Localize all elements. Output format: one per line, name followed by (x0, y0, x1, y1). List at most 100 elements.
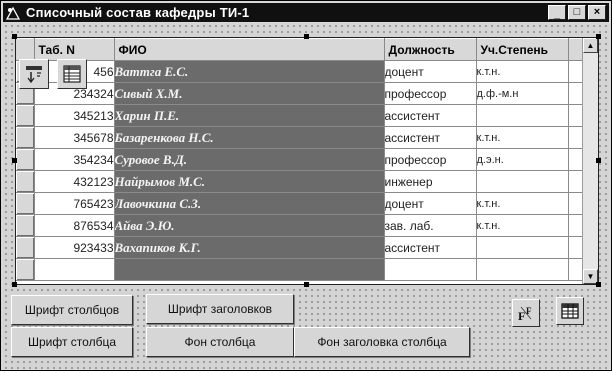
cell-fio[interactable]: Ваттга Е.С. (114, 60, 385, 83)
title-bar[interactable]: Списочный состав кафедры ТИ-1 _ □ × (3, 3, 609, 22)
column-header-bg-button-label: Фон заголовка столбца (317, 335, 447, 349)
row-filler (568, 82, 584, 105)
selection-handle[interactable] (304, 34, 309, 39)
cell-degree[interactable]: к.т.н. (476, 60, 569, 83)
cell-position[interactable]: ассистент (384, 104, 477, 127)
table-row-empty (16, 258, 584, 281)
selection-handle[interactable] (596, 34, 601, 39)
row-filler (568, 148, 584, 171)
cell-fio[interactable]: Сивый Х.М. (114, 82, 385, 105)
selection-handle[interactable] (12, 158, 17, 163)
header-row: Таб. N ФИО Должность Уч.Степень (16, 38, 583, 61)
selection-handle[interactable] (596, 158, 601, 163)
cell-position[interactable]: профессор (384, 148, 477, 171)
cell-tab[interactable]: 765423 (34, 192, 115, 215)
row-indicator (16, 258, 35, 281)
sort-toolbar-icon[interactable] (19, 59, 49, 89)
row-indicator[interactable] (16, 104, 35, 127)
selection-handle[interactable] (12, 34, 17, 39)
selection-handle[interactable] (12, 282, 17, 287)
close-button[interactable]: × (588, 5, 606, 20)
row-filler (568, 170, 584, 193)
row-indicator[interactable] (16, 236, 35, 259)
table-row[interactable]: 456 Ваттга Е.С. доцент к.т.н. (16, 60, 584, 83)
header-font-button[interactable]: Шрифт заголовков (146, 294, 294, 324)
cell-position[interactable]: ассистент (384, 236, 477, 259)
cell-tab[interactable]: 345678 (34, 126, 115, 149)
table-row[interactable]: 354234 Суровое В.Д. профессор д.э.н. (16, 148, 584, 171)
form-icon[interactable] (6, 6, 20, 20)
minimize-button[interactable]: _ (548, 5, 566, 20)
cell-fio[interactable]: Харин П.Е. (114, 104, 385, 127)
cell-degree[interactable] (476, 104, 569, 127)
cell-tab[interactable]: 923433 (34, 236, 115, 259)
scroll-up-arrow-icon[interactable]: ▲ (583, 38, 598, 53)
row-indicator[interactable] (16, 214, 35, 237)
cell-position[interactable]: профессор (384, 82, 477, 105)
grid-table-icon[interactable] (57, 59, 87, 89)
table-icon (561, 303, 579, 319)
column-font-button[interactable]: Шрифт столбцов (11, 295, 133, 325)
cell-tab[interactable]: 354234 (34, 148, 115, 171)
column-header-bg-button[interactable]: Фон заголовка столбца (294, 327, 470, 357)
cell-fio[interactable]: Найрымов М.С. (114, 170, 385, 193)
maximize-button[interactable]: □ (568, 5, 586, 20)
row-indicator[interactable] (16, 170, 35, 193)
minimize-icon: _ (553, 8, 561, 20)
column-header-fio[interactable]: ФИО (114, 38, 385, 61)
cell-degree[interactable] (476, 236, 569, 259)
font-size-icon: F F (518, 306, 532, 323)
cell-position[interactable]: инженер (384, 170, 477, 193)
cell-fio[interactable]: Лавочкина С.З. (114, 192, 385, 215)
cell-degree[interactable]: д.ф.-м.н (476, 82, 569, 105)
row-filler (568, 192, 584, 215)
table-row[interactable]: 345213 Харин П.Е. ассистент (16, 104, 584, 127)
cell-position[interactable]: доцент (384, 60, 477, 83)
row-indicator[interactable] (16, 148, 35, 171)
window-title: Списочный состав кафедры ТИ-1 (26, 5, 250, 20)
table-row[interactable]: 765423 Лавочкина С.З. доцент к.т.н. (16, 192, 584, 215)
column-header-degree[interactable]: Уч.Степень (476, 38, 569, 61)
cell-degree[interactable]: д.э.н. (476, 148, 569, 171)
cell-tab[interactable]: 876534 (34, 214, 115, 237)
cell-fio[interactable]: Вахапиков К.Г. (114, 236, 385, 259)
column-header-tab[interactable]: Таб. N (34, 38, 115, 61)
cell-position[interactable]: зав. лаб. (384, 214, 477, 237)
cell-fio[interactable]: Суровое В.Д. (114, 148, 385, 171)
table-row[interactable]: 876534 Айва Э.Ю. зав. лаб. к.т.н. (16, 214, 584, 237)
data-grid[interactable]: Таб. N ФИО Должность Уч.Степень 456 Ватт… (15, 37, 599, 285)
cell-tab[interactable]: 345213 (34, 104, 115, 127)
cell-fio[interactable]: Айва Э.Ю. (114, 214, 385, 237)
column-bg-button[interactable]: Фон столбца (146, 327, 294, 357)
maximize-icon: □ (573, 6, 581, 18)
font-size-button[interactable]: F F (512, 299, 540, 327)
table-row[interactable]: 234324 Сивый Х.М. профессор д.ф.-м.н (16, 82, 584, 105)
cell-tab[interactable]: 432123 (34, 170, 115, 193)
row-filler (568, 236, 584, 259)
cell-empty (114, 258, 385, 281)
cell-degree[interactable]: к.т.н. (476, 192, 569, 215)
cell-empty (384, 258, 477, 281)
main-window: Списочный состав кафедры ТИ-1 _ □ × Таб.… (0, 0, 612, 371)
table-row[interactable]: 432123 Найрымов М.С. инженер (16, 170, 584, 193)
selection-handle[interactable] (596, 282, 601, 287)
single-column-font-button[interactable]: Шрифт столбца (11, 327, 133, 357)
table-row[interactable]: 923433 Вахапиков К.Г. ассистент (16, 236, 584, 259)
cell-degree[interactable] (476, 170, 569, 193)
cell-position[interactable]: доцент (384, 192, 477, 215)
single-column-font-button-label: Шрифт столбца (27, 335, 116, 349)
row-filler (568, 214, 584, 237)
cell-fio[interactable]: Базаренкова Н.С. (114, 126, 385, 149)
row-indicator[interactable] (16, 126, 35, 149)
column-bg-button-label: Фон столбца (184, 335, 256, 349)
table-button[interactable] (556, 297, 584, 325)
cell-degree[interactable]: к.т.н. (476, 214, 569, 237)
column-font-button-label: Шрифт столбцов (24, 303, 120, 317)
cell-position[interactable]: ассистент (384, 126, 477, 149)
header-indicator (16, 38, 35, 61)
row-indicator[interactable] (16, 192, 35, 215)
column-header-position[interactable]: Должность (384, 38, 477, 61)
cell-degree[interactable]: к.т.н. (476, 126, 569, 149)
table-row[interactable]: 345678 Базаренкова Н.С. ассистент к.т.н. (16, 126, 584, 149)
selection-handle[interactable] (304, 282, 309, 287)
